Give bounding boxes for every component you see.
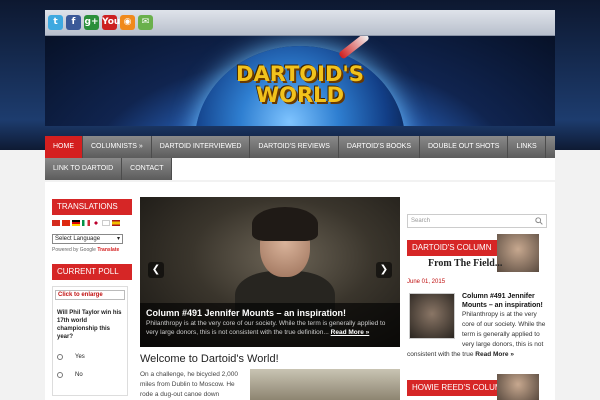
- nav-row-1: HOME COLUMNISTS » DARTOID INTERVIEWED DARTO…: [45, 136, 555, 158]
- flag-icon[interactable]: [72, 220, 80, 226]
- email-icon[interactable]: ✉: [138, 15, 153, 30]
- columnist-photo: [497, 234, 539, 272]
- google-plus-icon[interactable]: g+: [84, 15, 99, 30]
- columnist2-photo: [497, 374, 539, 400]
- poll-question: Will Phil Taylor win his 17th world cham…: [57, 310, 122, 340]
- post-thumbnail[interactable]: [409, 293, 455, 339]
- site-logo[interactable]: DARTOID'S WORLD: [225, 64, 375, 106]
- slider-title[interactable]: Column #491 Jennifer Mounts – an inspira…: [146, 307, 394, 319]
- radio-button[interactable]: [57, 372, 63, 378]
- featured-slider[interactable]: ❮ ❯ Column #491 Jennifer Mounts – an ins…: [140, 197, 400, 347]
- column-subtitle: From The Field...: [428, 258, 503, 269]
- slider-read-more-link[interactable]: Read More »: [331, 329, 370, 336]
- translate-link[interactable]: Translate: [97, 247, 119, 253]
- powered-by: Powered by Google Translate: [52, 247, 119, 253]
- poll-option-label: No: [75, 372, 83, 378]
- rss-icon[interactable]: ◉: [120, 15, 135, 30]
- top-bar: t f g+ You ◉ ✉: [45, 10, 555, 36]
- language-select[interactable]: Select Language ▾: [52, 234, 123, 244]
- content-area: TRANSLATIONS Select Language ▾ Powered b…: [45, 182, 555, 400]
- poll-option-label: Yes: [75, 354, 85, 360]
- flag-icon[interactable]: [62, 220, 70, 226]
- main-navigation: HOME COLUMNISTS » DARTOID INTERVIEWED DARTO…: [45, 136, 555, 180]
- poll-option-yes[interactable]: Yes: [57, 353, 85, 361]
- language-select-value: Select Language: [55, 236, 101, 242]
- slider-prev-arrow-icon[interactable]: ❮: [148, 262, 164, 278]
- post-excerpt-continued: consistent with the true Read More »: [407, 350, 550, 360]
- chevron-down-icon: ▾: [116, 236, 120, 242]
- post-read-more-link[interactable]: Read More »: [475, 351, 514, 358]
- logo-line-2: WORLD: [256, 83, 344, 107]
- logo-line-1: DARTOID'S: [236, 62, 364, 86]
- flag-icon[interactable]: [52, 220, 60, 226]
- language-flags[interactable]: [52, 220, 120, 226]
- google-logo: Google: [79, 247, 96, 253]
- poll-widget: Click to enlarge Will Phil Taylor win hi…: [52, 286, 128, 396]
- nav-item-dartoid-s-books[interactable]: DARTOID'S BOOKS: [339, 136, 420, 158]
- flag-icon[interactable]: [82, 220, 90, 226]
- nav-item-dartoid-interviewed[interactable]: DARTOID INTERVIEWED: [152, 136, 251, 158]
- translations-title: TRANSLATIONS: [52, 199, 132, 215]
- slider-next-arrow-icon[interactable]: ❯: [376, 262, 392, 278]
- flag-icon[interactable]: [112, 220, 120, 226]
- welcome-text: On a challenge, he bicycled 2,000 miles …: [140, 371, 238, 398]
- post-date: June 01, 2015: [407, 279, 446, 285]
- search-placeholder: Search: [411, 218, 431, 224]
- powered-prefix: Powered by: [52, 247, 79, 253]
- radio-button[interactable]: [57, 354, 63, 360]
- poll-title: CURRENT POLL: [52, 264, 132, 280]
- flag-icon[interactable]: [102, 220, 110, 226]
- flag-icon[interactable]: [92, 220, 100, 226]
- post-excerpt: Philanthropy is at the very core of our …: [462, 311, 546, 348]
- header-banner[interactable]: DARTOID'S WORLD: [45, 36, 555, 126]
- twitter-icon[interactable]: t: [48, 15, 63, 30]
- nav-item-contact[interactable]: CONTACT: [122, 158, 173, 180]
- enlarge-link[interactable]: Click to enlarge: [55, 290, 125, 300]
- post-excerpt-end: consistent with the true: [407, 351, 474, 358]
- welcome-image: [250, 369, 400, 400]
- nav-item-double-out-shots[interactable]: DOUBLE OUT SHOTS: [420, 136, 509, 158]
- slider-caption: Column #491 Jennifer Mounts – an inspira…: [140, 303, 400, 347]
- dart-icon: [338, 36, 370, 60]
- search-icon[interactable]: [535, 217, 543, 225]
- photo-hair: [252, 207, 318, 241]
- nav-item-home[interactable]: HOME: [45, 136, 83, 158]
- nav-item-dartoid-s-reviews[interactable]: DARTOID'S REVIEWS: [250, 136, 339, 158]
- nav-item-link-to-dartoid[interactable]: LINK TO DARTOID: [45, 158, 123, 180]
- nav-row-2: LINK TO DARTOID CONTACT: [45, 158, 173, 180]
- page-wrapper: t f g+ You ◉ ✉ DARTOID'S WORLD HOME COLUMNISTS…: [45, 0, 555, 400]
- welcome-heading: Welcome to Dartoid's World!: [140, 353, 279, 365]
- nav-item-columnists[interactable]: COLUMNISTS »: [83, 136, 152, 158]
- social-icons: t f g+ You ◉ ✉: [48, 15, 153, 30]
- search-input[interactable]: Search: [407, 214, 547, 228]
- facebook-icon[interactable]: f: [66, 15, 81, 30]
- youtube-icon[interactable]: You: [102, 15, 120, 30]
- slider-text: Philanthropy is at the very core of our …: [146, 319, 394, 337]
- poll-option-no[interactable]: No: [57, 371, 83, 379]
- nav-item-links[interactable]: LINKS: [508, 136, 546, 158]
- post-title-link[interactable]: Column #491 Jennifer Mounts – an inspira…: [462, 292, 550, 310]
